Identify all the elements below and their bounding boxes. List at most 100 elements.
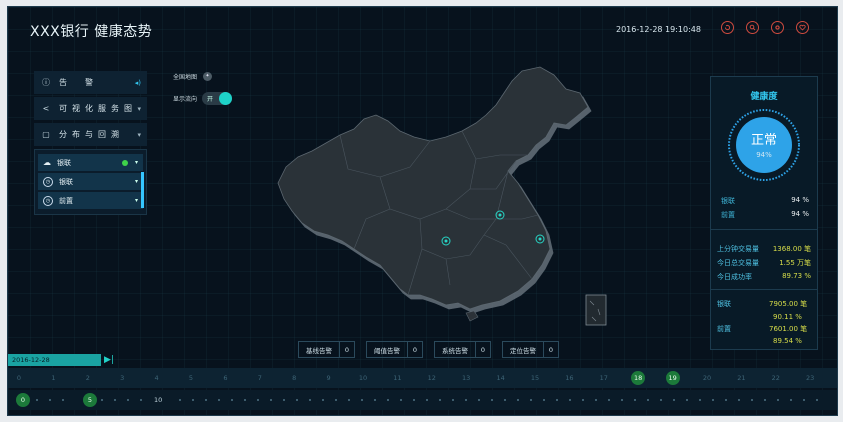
baseline-alert[interactable]: 基线告警 0 (298, 341, 355, 358)
hour-tick[interactable]: 4 (155, 368, 159, 388)
hour-tick[interactable]: 10 (359, 368, 367, 388)
submenu: ☁ 银联 ▾ ◷ 银联 ▾ ◷ 前置 ▾ (34, 149, 147, 215)
tx-value: 1368.00 笔 (772, 245, 811, 253)
minute-dot (647, 399, 649, 401)
hour-tick[interactable]: 0 (17, 368, 21, 388)
hour-tick[interactable]: 20 (703, 368, 711, 388)
menu-item-alert[interactable]: ⓘ 告 警 ◂) (34, 71, 147, 94)
timeline-date[interactable]: 2016-12-28 (8, 354, 101, 366)
clock-icon: ◷ (43, 176, 53, 187)
system-alert[interactable]: 系统告警 0 (434, 341, 491, 358)
alert-icon: ⓘ (42, 78, 50, 87)
hour-tick[interactable]: 15 (531, 368, 539, 388)
hour-tick[interactable]: 23 (806, 368, 814, 388)
switch-label: 开 (207, 95, 214, 103)
hour-tick[interactable]: 2 (86, 368, 90, 388)
tx-today-total: 今日总交易量 1.55 万笔 (717, 258, 811, 268)
minute-dot (634, 399, 636, 401)
submenu-item-front[interactable]: ◷ 前置 ▾ (38, 192, 143, 209)
submenu-item-unionpay[interactable]: ☁ 银联 ▾ (38, 154, 143, 171)
minute-dot (491, 399, 493, 401)
minute-end-label: 10 (154, 396, 163, 404)
hour-tick-label: 12 (427, 374, 436, 382)
hour-tick[interactable]: 9 (327, 368, 331, 388)
alert-count: 0 (543, 342, 558, 357)
hour-timeline[interactable]: 0 1 2 3 4 5 6 7 8 9 10 11 12 13 14 15 16 17 18 19 20 21 22 23 (8, 368, 837, 388)
status-dot (122, 159, 128, 166)
minute-dot (309, 399, 311, 401)
minute-dot (673, 399, 675, 401)
hour-tick[interactable]: 16 (565, 368, 573, 388)
play-icon[interactable]: ▶| (104, 355, 116, 365)
hour-tick-label: 23 (806, 374, 815, 382)
hour-tick[interactable]: 21 (737, 368, 745, 388)
search-icon[interactable] (746, 21, 759, 34)
hour-tick-label: 16 (565, 374, 574, 382)
clock-icon: ◷ (43, 195, 53, 206)
hour-tick[interactable]: 5 (189, 368, 193, 388)
favorite-icon[interactable] (796, 21, 809, 34)
hour-tick[interactable]: 1 (51, 368, 55, 388)
health-row-value: 94 % (791, 210, 809, 218)
breakdown-name: 前置 (717, 325, 731, 333)
minute-mark-marker[interactable]: 5 (83, 393, 97, 407)
hour-tick[interactable]: 14 (496, 368, 504, 388)
map-node-dot (498, 213, 502, 217)
submenu-item-unionpay-time[interactable]: ◷ 银联 ▾ (38, 173, 143, 190)
chevron-down-icon[interactable]: ▾ (137, 105, 141, 113)
hour-tick[interactable]: 18 (631, 368, 646, 388)
panel-divider (711, 229, 817, 230)
minute-dot (348, 399, 350, 401)
menu-item-distribution[interactable]: ▢ 分布与回溯 ▾ (34, 123, 147, 146)
china-map[interactable] (270, 59, 630, 339)
minute-dot (777, 399, 779, 401)
minute-timeline[interactable]: 0 5 10 (8, 390, 837, 410)
hour-tick[interactable]: 6 (223, 368, 227, 388)
speaker-icon[interactable]: ◂) (135, 79, 141, 87)
hour-tick[interactable]: 19 (665, 368, 680, 388)
menu-item-service-graph[interactable]: < 可视化服务图 ▾ (34, 97, 147, 120)
alert-label: 系统告警 (442, 346, 468, 355)
minute-dot (257, 399, 259, 401)
minute-dot (49, 399, 51, 401)
minute-dot (738, 399, 740, 401)
hour-tick[interactable]: 12 (428, 368, 436, 388)
settings-icon[interactable] (771, 21, 784, 34)
hour-tick[interactable]: 7 (258, 368, 262, 388)
bulb-icon[interactable]: ✦ (203, 71, 213, 81)
hour-tick[interactable]: 8 (292, 368, 296, 388)
flow-direction-toggle[interactable]: 开 (202, 91, 233, 105)
hour-tick-label: 5 (188, 374, 194, 382)
location-alert[interactable]: 定位告警 0 (502, 341, 559, 358)
submenu-scrollbar[interactable] (141, 172, 144, 208)
health-row-name: 银联 (721, 197, 735, 205)
chevron-down-icon[interactable]: ▾ (135, 178, 138, 185)
hour-tick[interactable]: 17 (600, 368, 608, 388)
hour-tick[interactable]: 22 (772, 368, 780, 388)
hour-tick[interactable]: 11 (393, 368, 401, 388)
chevron-down-icon[interactable]: ▾ (135, 197, 138, 204)
minute-dot (465, 399, 467, 401)
dashboard-frame: XXX银行 健康态势 2016-12-28 19:10:48 ⓘ 告 警 ◂) … (7, 6, 838, 416)
minute-dot (231, 399, 233, 401)
refresh-icon[interactable] (721, 21, 734, 34)
hour-tick[interactable]: 3 (120, 368, 124, 388)
map-node-dot (444, 239, 448, 243)
south-sea-inset (585, 294, 607, 326)
minute-dot (400, 399, 402, 401)
minute-dot (751, 399, 753, 401)
hour-tick[interactable]: 13 (462, 368, 470, 388)
minute-dot (270, 399, 272, 401)
minute-start-marker[interactable]: 0 (16, 393, 30, 407)
threshold-alert[interactable]: 阈值告警 0 (366, 341, 423, 358)
show-direction-label: 显示流向 (173, 95, 198, 103)
hour-tick-label: 14 (496, 374, 505, 382)
minute-dot (283, 399, 285, 401)
minute-dot (504, 399, 506, 401)
hour-tick-label: 21 (737, 374, 746, 382)
hour-tick-label: 10 (358, 374, 368, 382)
chevron-down-icon[interactable]: ▾ (137, 131, 141, 139)
minute-dot (114, 399, 116, 401)
chevron-down-icon[interactable]: ▾ (135, 159, 138, 166)
minute-dot (660, 399, 662, 401)
